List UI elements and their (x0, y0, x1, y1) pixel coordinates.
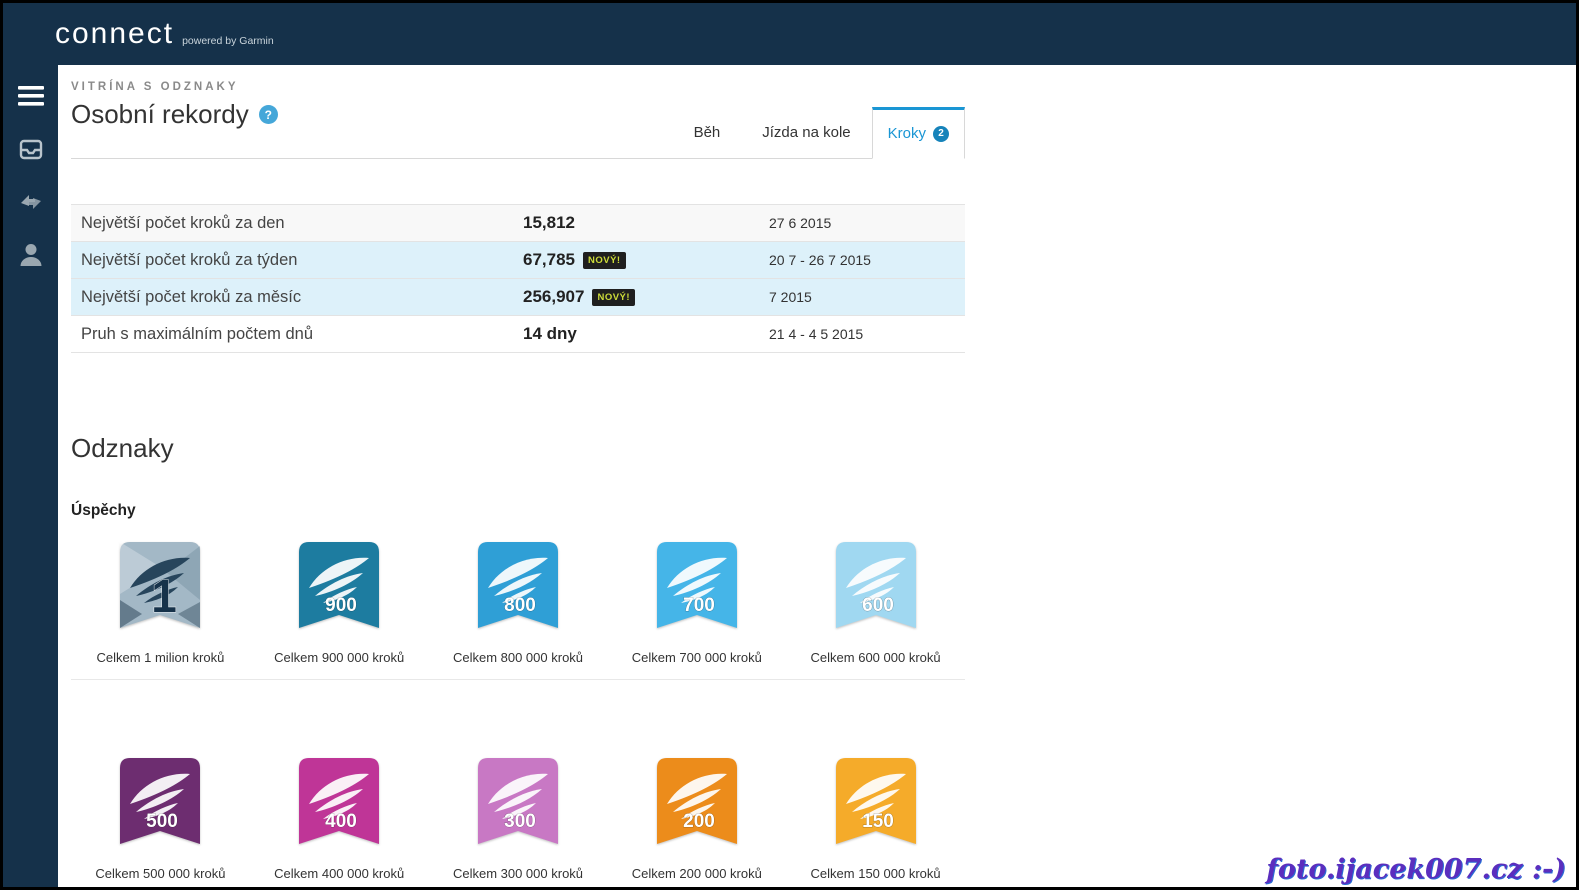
help-icon[interactable]: ? (259, 105, 278, 124)
record-date: 20 7 - 26 7 2015 (769, 252, 965, 268)
badge-label: Celkem 600 000 kroků (786, 650, 965, 680)
record-value-number: 14 dny (523, 324, 577, 344)
badge-label: Celkem 300 000 kroků (429, 866, 608, 890)
badge-ribbon-icon: 1 (120, 542, 200, 628)
sidebar (3, 65, 58, 887)
record-date: 21 4 - 4 5 2015 (769, 326, 965, 342)
badge-grid: 1 Celkem 1 milion kroků 900 (71, 542, 965, 890)
title-bar: Osobní rekordy ? Běh Jízda na kole Kroky… (71, 99, 965, 159)
badge-400000-steps[interactable]: 400 Celkem 400 000 kroků (250, 758, 429, 890)
svg-text:200: 200 (683, 811, 715, 832)
badge-label: Celkem 900 000 kroků (250, 650, 429, 680)
badge-label: Celkem 200 000 kroků (607, 866, 786, 890)
record-row-steps-week: Největší počet kroků za týden 67,785 NOV… (71, 242, 965, 279)
breadcrumb: VITRÍNA S ODZNAKY (71, 81, 965, 93)
badge-ribbon-icon: 600 (836, 542, 916, 628)
record-value: 67,785 NOVÝ! (523, 250, 769, 270)
tab-kroky-label: Kroky (888, 110, 926, 158)
badge-ribbon-icon: 900 (299, 542, 379, 628)
badge-ribbon-icon: 300 (478, 758, 558, 844)
main-content: VITRÍNA S ODZNAKY Osobní rekordy ? Běh J… (58, 65, 1576, 887)
profile-icon[interactable] (17, 242, 45, 268)
badge-ribbon-icon: 150 (836, 758, 916, 844)
menu-icon[interactable] (17, 83, 45, 109)
svg-text:1: 1 (152, 570, 178, 622)
badge-label: Celkem 1 milion kroků (71, 650, 250, 680)
badge-ribbon-icon: 800 (478, 542, 558, 628)
svg-text:900: 900 (325, 595, 357, 616)
record-value: 15,812 (523, 213, 769, 233)
badge-700000-steps[interactable]: 700 Celkem 700 000 kroků (607, 542, 786, 680)
achievements-subtitle: Úspěchy (71, 502, 965, 520)
tab-beh[interactable]: Běh (673, 108, 742, 158)
svg-text:700: 700 (683, 595, 715, 616)
photo-watermark: foto.ijacek007.cz :-) (1266, 854, 1566, 885)
record-row-streak: Pruh s maximálním počtem dnů 14 dny 21 4… (71, 316, 965, 353)
record-value-number: 15,812 (523, 213, 575, 233)
badge-800000-steps[interactable]: 800 Celkem 800 000 kroků (429, 542, 608, 680)
badge-label: Celkem 700 000 kroků (607, 650, 786, 680)
tab-kroky[interactable]: Kroky 2 (872, 107, 965, 159)
record-date: 7 2015 (769, 289, 965, 305)
new-record-badge: NOVÝ! (592, 289, 635, 306)
badges-section-title: Odznaky (71, 433, 965, 464)
tab-kroky-count-badge: 2 (933, 126, 949, 142)
badge-600000-steps[interactable]: 600 Celkem 600 000 kroků (786, 542, 965, 680)
badge-ribbon-icon: 400 (299, 758, 379, 844)
record-value: 256,907 NOVÝ! (523, 287, 769, 307)
record-label: Největší počet kroků za týden (81, 251, 523, 270)
record-value-number: 256,907 (523, 287, 584, 307)
inbox-icon[interactable] (17, 136, 45, 162)
badge-1-million-steps[interactable]: 1 Celkem 1 milion kroků (71, 542, 250, 680)
svg-text:400: 400 (325, 811, 357, 832)
badge-ribbon-icon: 500 (120, 758, 200, 844)
transfer-arrows-icon[interactable] (17, 189, 45, 215)
badge-ribbon-icon: 700 (657, 542, 737, 628)
new-record-badge: NOVÝ! (583, 252, 626, 269)
svg-text:800: 800 (504, 595, 536, 616)
badge-label: Celkem 400 000 kroků (250, 866, 429, 890)
svg-text:150: 150 (862, 811, 894, 832)
record-label: Největší počet kroků za měsíc (81, 288, 523, 307)
svg-text:500: 500 (147, 811, 179, 832)
record-label: Pruh s maximálním počtem dnů (81, 325, 523, 344)
powered-by-garmin-label: powered by Garmin (182, 35, 274, 47)
record-row-steps-month: Největší počet kroků za měsíc 256,907 NO… (71, 279, 965, 316)
badge-900000-steps[interactable]: 900 Celkem 900 000 kroků (250, 542, 429, 680)
badge-ribbon-icon: 200 (657, 758, 737, 844)
top-bar: connect powered by Garmin (3, 3, 1576, 65)
connect-logo: connect (55, 17, 174, 51)
record-value-number: 67,785 (523, 250, 575, 270)
badge-200000-steps[interactable]: 200 Celkem 200 000 kroků (607, 758, 786, 890)
badge-label: Celkem 800 000 kroků (429, 650, 608, 680)
badge-label: Celkem 500 000 kroků (71, 866, 250, 890)
page-title: Osobní rekordy (71, 99, 249, 130)
svg-text:300: 300 (504, 811, 536, 832)
badge-150000-steps[interactable]: 150 Celkem 150 000 kroků (786, 758, 965, 890)
record-label: Největší počet kroků za den (81, 214, 523, 233)
activity-tabs: Běh Jízda na kole Kroky 2 (673, 107, 965, 158)
personal-records-table: Největší počet kroků za den 15,812 27 6 … (71, 204, 965, 353)
badge-300000-steps[interactable]: 300 Celkem 300 000 kroků (429, 758, 608, 890)
app-window: connect powered by Garmin VITRÍNA S ODZN… (0, 0, 1579, 890)
svg-text:600: 600 (862, 595, 894, 616)
record-date: 27 6 2015 (769, 215, 965, 231)
badge-label: Celkem 150 000 kroků (786, 866, 965, 890)
badge-500000-steps[interactable]: 500 Celkem 500 000 kroků (71, 758, 250, 890)
tab-jizda-na-kole[interactable]: Jízda na kole (741, 108, 871, 158)
record-value: 14 dny (523, 324, 769, 344)
record-row-steps-day: Největší počet kroků za den 15,812 27 6 … (71, 205, 965, 242)
